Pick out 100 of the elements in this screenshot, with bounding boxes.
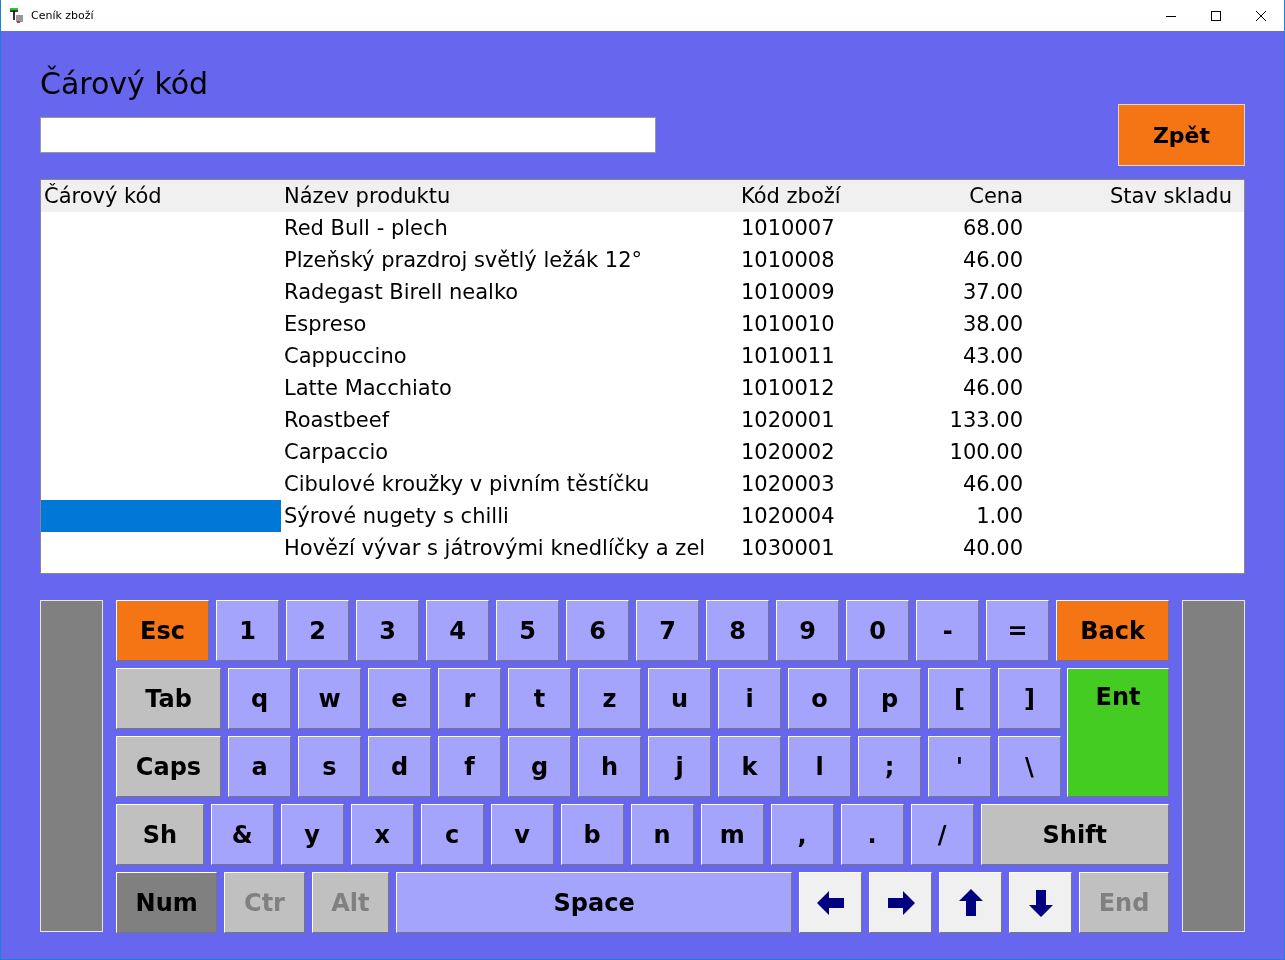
key[interactable]: x <box>350 804 414 865</box>
selection-cell[interactable] <box>41 500 281 532</box>
key[interactable]: l <box>788 736 851 797</box>
key[interactable]: 3 <box>356 600 420 661</box>
key[interactable]: u <box>648 668 711 729</box>
arrow-key[interactable] <box>939 872 1003 933</box>
table-cell-text: 68.00 <box>961 215 1023 242</box>
key[interactable]: 5 <box>496 600 560 661</box>
maximize-icon[interactable] <box>1211 10 1221 21</box>
barcode-label: Čárový kód <box>40 65 210 103</box>
column-header[interactable]: Název produktu <box>281 180 738 212</box>
key[interactable]: v <box>490 804 554 865</box>
close-icon[interactable] <box>1256 10 1266 21</box>
key[interactable]: q <box>228 668 291 729</box>
key[interactable]: Num <box>116 872 218 933</box>
key[interactable]: a <box>228 736 291 797</box>
key[interactable]: d <box>368 736 431 797</box>
column-header[interactable]: Kód zboží <box>738 180 898 212</box>
table-cell-text: 1.00 <box>975 503 1023 530</box>
table-cell-text: 1020001 <box>740 407 836 434</box>
key[interactable]: ' <box>928 736 991 797</box>
key[interactable]: Tab <box>116 668 221 729</box>
key[interactable]: 7 <box>636 600 700 661</box>
key[interactable]: & <box>210 804 274 865</box>
column-header[interactable]: Čárový kód <box>41 180 281 212</box>
arrow-key[interactable] <box>1009 872 1073 933</box>
table-cell-text: 1010007 <box>740 215 836 242</box>
table-cell-text: Sýrové nugety s chilli <box>283 503 510 530</box>
key[interactable]: c <box>420 804 484 865</box>
table-cell-text: Cibulové kroužky v pivním těstíčku <box>283 471 651 498</box>
table-cell-text: Red Bull - plech <box>283 215 449 242</box>
key[interactable]: ; <box>858 736 921 797</box>
key[interactable]: h <box>578 736 641 797</box>
key[interactable]: w <box>298 668 361 729</box>
arrow-key[interactable] <box>869 872 933 933</box>
table-cell-text: 1010008 <box>740 247 836 274</box>
key[interactable]: 1 <box>216 600 280 661</box>
key[interactable]: 6 <box>566 600 630 661</box>
table-cell-text: 38.00 <box>961 311 1023 338</box>
key[interactable]: o <box>788 668 851 729</box>
table-cell-text: 43.00 <box>961 343 1023 370</box>
key[interactable]: z <box>578 668 641 729</box>
key[interactable]: Shift <box>980 804 1169 865</box>
key[interactable]: Ent <box>1067 668 1169 797</box>
table-cell-text: Carpaccio <box>283 439 390 466</box>
column-header[interactable]: Stav skladu <box>1023 180 1244 212</box>
table-cell-text: Latte Macchiato <box>283 375 453 402</box>
table-cell-text: 1030001 <box>740 535 836 562</box>
key[interactable]: y <box>280 804 344 865</box>
key[interactable]: m <box>700 804 764 865</box>
key[interactable]: Space <box>396 872 793 933</box>
key[interactable]: b <box>560 804 624 865</box>
key[interactable]: [ <box>928 668 991 729</box>
table-cell-text: 1010012 <box>740 375 836 402</box>
key[interactable]: 9 <box>776 600 840 661</box>
column-header[interactable]: Cena <box>898 180 1023 212</box>
key[interactable]: / <box>910 804 974 865</box>
key[interactable]: 0 <box>846 600 910 661</box>
table-cell-text: 100.00 <box>948 439 1023 466</box>
table-cell-text: 1010011 <box>740 343 836 370</box>
key[interactable]: t <box>508 668 571 729</box>
key[interactable]: p <box>858 668 921 729</box>
key[interactable]: - <box>916 600 980 661</box>
table-cell-text: 37.00 <box>961 279 1023 306</box>
key[interactable]: 4 <box>426 600 490 661</box>
table-cell-text: 1020002 <box>740 439 836 466</box>
key[interactable]: 2 <box>286 600 350 661</box>
table-cell-text: 1010010 <box>740 311 836 338</box>
key[interactable]: j <box>648 736 711 797</box>
key[interactable]: . <box>840 804 904 865</box>
key[interactable]: r <box>438 668 501 729</box>
table-cell-text: Cappuccino <box>283 343 408 370</box>
key[interactable]: Back <box>1056 600 1169 661</box>
back-button[interactable]: Zpět <box>1118 104 1245 166</box>
key[interactable]: f <box>438 736 501 797</box>
table-cell-text: 133.00 <box>948 407 1023 434</box>
arrow-key[interactable] <box>799 872 863 933</box>
key[interactable]: , <box>770 804 834 865</box>
key[interactable]: k <box>718 736 781 797</box>
app-icon <box>9 7 25 24</box>
key[interactable]: ] <box>998 668 1061 729</box>
barcode-field[interactable] <box>40 117 656 153</box>
table-cell-text: Plzeňský prazdroj světlý ležák 12° <box>283 247 644 274</box>
key[interactable]: \ <box>998 736 1061 797</box>
key[interactable]: Sh <box>116 804 204 865</box>
table-cell-text: 46.00 <box>961 471 1023 498</box>
table-cell-text: 46.00 <box>961 375 1023 402</box>
table-cell-text: Espreso <box>283 311 368 338</box>
key[interactable]: Esc <box>116 600 210 661</box>
key[interactable]: e <box>368 668 431 729</box>
key[interactable]: s <box>298 736 361 797</box>
key[interactable]: = <box>986 600 1050 661</box>
key[interactable]: g <box>508 736 571 797</box>
table-cell-text: Radegast Birell nealko <box>283 279 520 306</box>
key[interactable]: Caps <box>116 736 221 797</box>
key[interactable]: n <box>630 804 694 865</box>
key[interactable]: 8 <box>706 600 770 661</box>
key[interactable]: i <box>718 668 781 729</box>
table-cell-text: 1020004 <box>740 503 836 530</box>
table-cell-text: Hovězí vývar s játrovými knedlíčky a zel <box>283 535 707 562</box>
